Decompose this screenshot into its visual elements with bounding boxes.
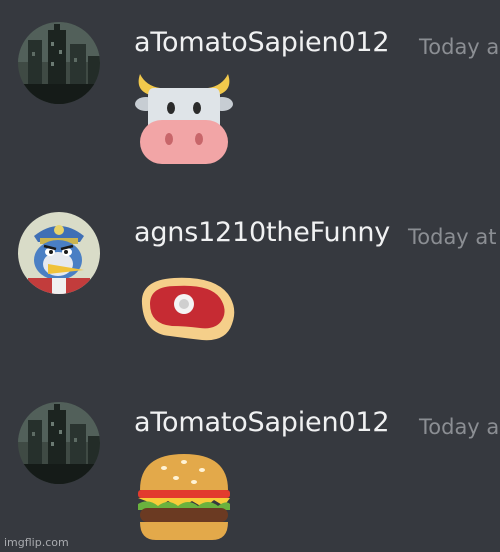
user-avatar[interactable] bbox=[18, 22, 100, 104]
chat-message: aTomatoSapien012 Today a bbox=[0, 380, 500, 550]
message-timestamp: Today a bbox=[419, 35, 500, 59]
city-skyline-avatar-icon bbox=[18, 402, 100, 484]
user-avatar[interactable] bbox=[18, 212, 100, 294]
cut-of-meat-emoji bbox=[134, 274, 238, 346]
user-avatar[interactable] bbox=[18, 402, 100, 484]
hamburger-emoji bbox=[134, 446, 234, 546]
message-timestamp: Today a bbox=[419, 415, 500, 439]
username[interactable]: aTomatoSapien012 bbox=[134, 407, 390, 438]
penguin-king-avatar-icon bbox=[18, 212, 100, 294]
chat-message: agns1210theFunny Today at bbox=[0, 190, 500, 360]
message-timestamp: Today at bbox=[408, 225, 497, 249]
chat-message: aTomatoSapien012 Today a bbox=[0, 0, 500, 170]
cow-face-emoji bbox=[134, 66, 234, 166]
imgflip-watermark: imgflip.com bbox=[4, 536, 69, 549]
username[interactable]: aTomatoSapien012 bbox=[134, 27, 390, 58]
username[interactable]: agns1210theFunny bbox=[134, 217, 390, 248]
city-skyline-avatar-icon bbox=[18, 22, 100, 104]
